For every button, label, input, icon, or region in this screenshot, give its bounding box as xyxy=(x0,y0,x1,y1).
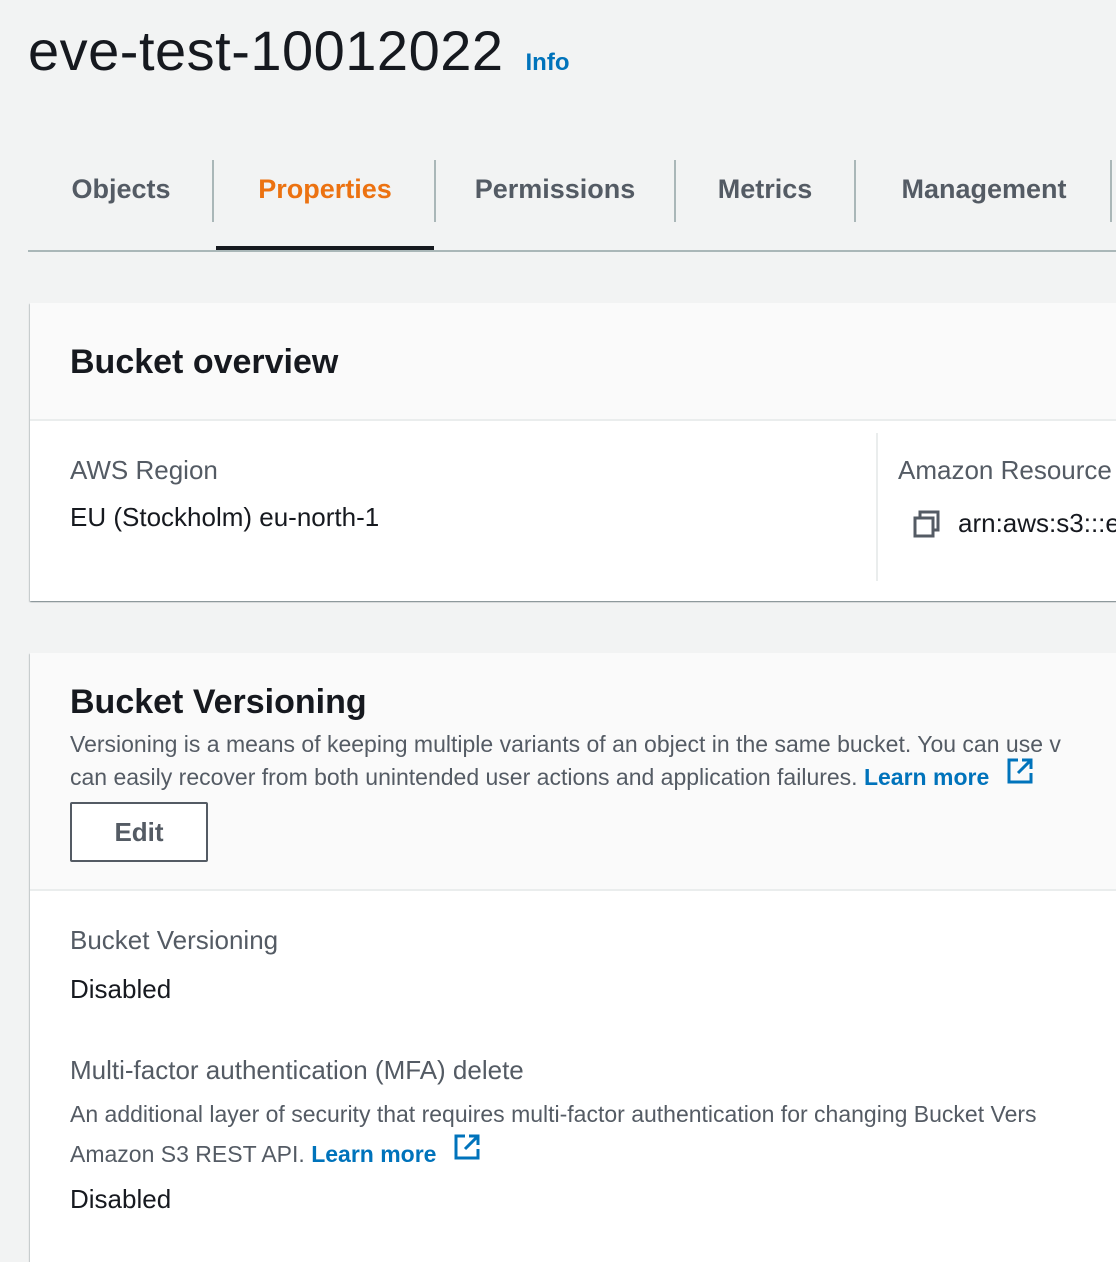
tab-metrics[interactable]: Metrics xyxy=(676,160,854,248)
bucket-overview-body: AWS Region EU (Stockholm) eu-north-1 Ama… xyxy=(30,421,1116,601)
mfa-delete-value: Disabled xyxy=(70,1184,172,1214)
region-label: AWS Region xyxy=(70,455,218,485)
mfa-desc-line-1: An additional layer of security that req… xyxy=(70,1101,1037,1127)
tab-properties[interactable]: Properties xyxy=(216,160,434,250)
bucket-versioning-header: Bucket Versioning Versioning is a means … xyxy=(30,653,1116,891)
arn-field: Amazon Resource arn:aws:s3:::e xyxy=(898,455,1116,539)
versioning-status-value: Disabled xyxy=(70,974,172,1004)
region-field: AWS Region EU (Stockholm) eu-north-1 xyxy=(70,455,379,533)
tab-permissions[interactable]: Permissions xyxy=(436,160,674,248)
tab-divider xyxy=(1110,160,1112,222)
versioning-status-field: Bucket Versioning Disabled xyxy=(70,925,278,1005)
mfa-learn-more-link[interactable]: Learn more xyxy=(311,1134,481,1167)
tab-label: Management xyxy=(901,174,1067,204)
arn-value-row: arn:aws:s3:::e xyxy=(912,508,1116,539)
page: eve-test-10012022 Info Objects Propertie… xyxy=(0,0,1116,1262)
tab-management[interactable]: Management xyxy=(856,160,1112,248)
tab-divider xyxy=(212,160,214,222)
bucket-versioning-title: Bucket Versioning xyxy=(70,683,367,721)
arn-label: Amazon Resource xyxy=(898,455,1112,485)
mfa-delete-field: Multi-factor authentication (MFA) delete… xyxy=(70,1055,1037,1215)
bucket-overview-header: Bucket overview xyxy=(30,303,1116,421)
tab-label: Metrics xyxy=(717,174,813,204)
learn-more-label: Learn more xyxy=(311,1141,437,1167)
versioning-desc-text: can easily recover from both unintended … xyxy=(70,764,858,790)
bucket-versioning-panel: Bucket Versioning Versioning is a means … xyxy=(30,653,1116,1262)
external-link-icon xyxy=(453,1133,481,1173)
external-link-icon xyxy=(1006,757,1034,794)
tab-label: Properties xyxy=(258,174,392,204)
learn-more-label: Learn more xyxy=(863,764,990,790)
mfa-delete-label: Multi-factor authentication (MFA) delete xyxy=(70,1055,524,1085)
page-title: eve-test-10012022 xyxy=(28,19,504,82)
versioning-status-label: Bucket Versioning xyxy=(70,925,279,955)
title-row: eve-test-10012022 Info xyxy=(28,18,570,83)
column-divider xyxy=(876,433,878,581)
copy-icon[interactable] xyxy=(912,509,942,539)
tab-bar: Objects Properties Permissions Metrics M… xyxy=(28,160,1116,252)
bucket-overview-panel: Bucket overview AWS Region EU (Stockholm… xyxy=(30,303,1116,601)
tab-label: Permissions xyxy=(474,174,636,204)
arn-value: arn:aws:s3:::e xyxy=(958,508,1116,538)
learn-more-link[interactable]: Learn more xyxy=(863,758,1034,790)
tab-label: Objects xyxy=(71,174,171,204)
mfa-delete-description: An additional layer of security that req… xyxy=(70,1094,1037,1174)
versioning-description: Versioning is a means of keeping multipl… xyxy=(70,728,1100,794)
region-value: EU (Stockholm) eu-north-1 xyxy=(70,502,380,532)
versioning-desc-line-2: can easily recover from both unintended … xyxy=(70,758,1100,794)
info-link[interactable]: Info xyxy=(526,49,570,77)
mfa-desc-line-2: Amazon S3 REST API. Learn more xyxy=(70,1134,1037,1174)
bucket-overview-title: Bucket overview xyxy=(70,343,339,381)
versioning-desc-line-1: Versioning is a means of keeping multipl… xyxy=(70,731,1061,757)
mfa-desc-text: Amazon S3 REST API. xyxy=(70,1141,305,1167)
tab-objects[interactable]: Objects xyxy=(28,160,214,248)
edit-button[interactable]: Edit xyxy=(70,802,208,862)
